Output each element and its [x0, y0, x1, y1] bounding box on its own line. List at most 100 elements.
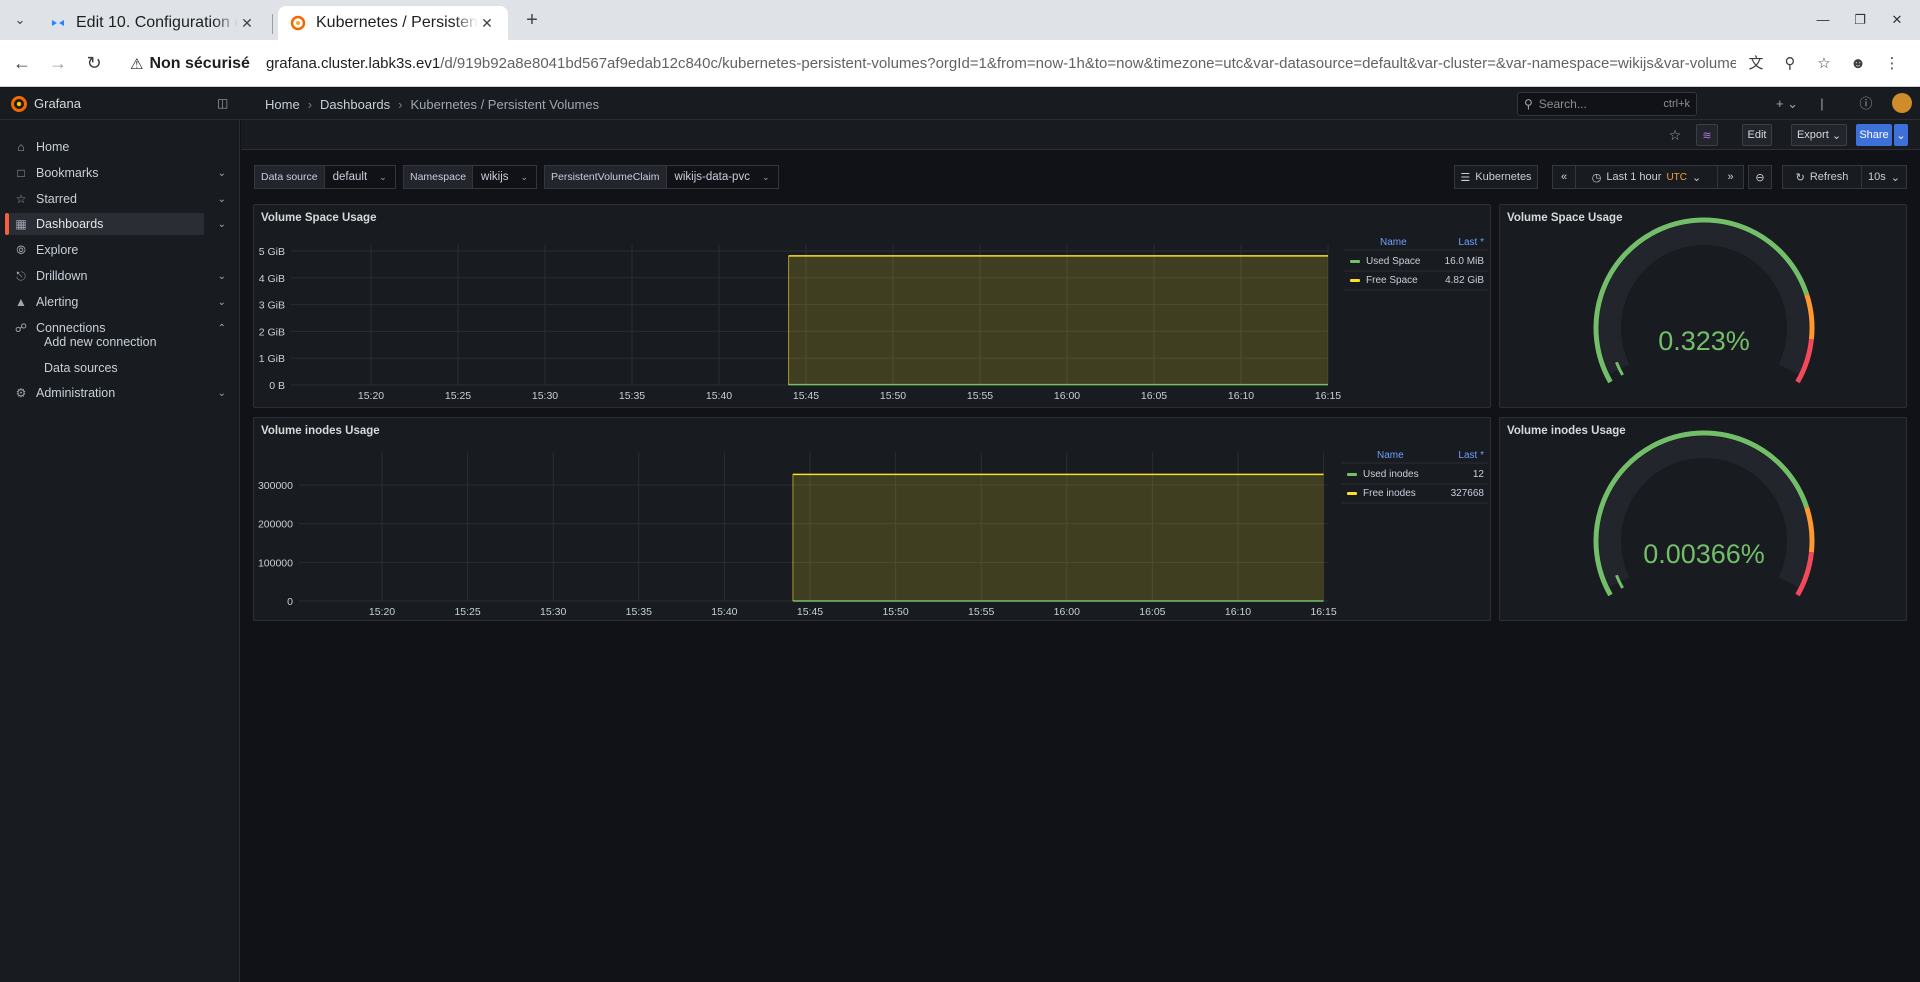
grafana-brand[interactable]: Grafana	[34, 96, 81, 111]
sidebar-item-bookmarks[interactable]: □ Bookmarks ⌄	[8, 162, 226, 184]
refresh-button[interactable]: ↻ Refresh	[1782, 165, 1862, 189]
variable-namespace[interactable]: Namespace wikijs ⌄	[403, 165, 538, 189]
panel-volume-inodes-timeseries[interactable]: Volume inodes Usage 15:20 15:25 15:30 15:35…	[253, 417, 1491, 621]
legend-header-last: Last *	[1458, 237, 1484, 248]
dashboard-link-kubernetes[interactable]: ☰ Kubernetes	[1454, 165, 1538, 189]
divider: |	[1820, 96, 1824, 111]
variable-select[interactable]: wikijs ⌄	[473, 165, 538, 189]
bookmark-star-icon[interactable]: ☆	[1814, 54, 1834, 74]
tab-search-chevron-icon[interactable]: ⌄	[8, 8, 32, 32]
chevron-down-icon[interactable]: ⌄	[218, 219, 226, 230]
panel-volume-inodes-gauge[interactable]: Volume inodes Usage 0.00366%	[1499, 417, 1907, 621]
url-field[interactable]: ⚠ Non sécurisé grafana.cluster.labk3s.ev…	[122, 46, 1902, 81]
x-tick-label: 15:35	[626, 606, 652, 618]
x-tick-label: 15:50	[880, 390, 906, 402]
reload-icon[interactable]: ↻	[82, 51, 106, 75]
back-icon[interactable]: ←	[10, 51, 34, 75]
breadcrumb-separator-icon: ›	[398, 97, 403, 112]
variable-datasource[interactable]: Data source default ⌄	[254, 165, 396, 189]
share-button[interactable]: Share	[1856, 124, 1892, 146]
chevron-down-icon[interactable]: ⌄	[218, 168, 226, 179]
variable-pvc[interactable]: PersistentVolumeClaim wikijs-data-pvc ⌄	[544, 165, 779, 189]
chevron-down-icon: ⌄	[761, 171, 770, 182]
legend-series-last: 12	[1473, 469, 1485, 480]
sidebar-item-alerting[interactable]: ▲ Alerting ⌄	[8, 291, 226, 313]
variable-label: PersistentVolumeClaim	[544, 165, 667, 189]
breadcrumb: Home › Dashboards › Kubernetes / Persist…	[265, 97, 599, 112]
mark-as-favorite-star-icon[interactable]: ☆	[1665, 124, 1685, 146]
chevron-down-icon: ⌄	[520, 171, 529, 182]
y-tick-label: 0 B	[269, 380, 285, 392]
variable-select[interactable]: default ⌄	[324, 165, 396, 189]
minimize-icon[interactable]: —	[1808, 8, 1838, 32]
help-icon[interactable]: ⓘ	[1856, 94, 1876, 114]
new-tab-icon[interactable]: +	[520, 8, 544, 32]
profile-icon[interactable]: ☻	[1848, 54, 1868, 74]
chevron-down-icon[interactable]: ⌄	[218, 388, 226, 399]
chevron-down-icon[interactable]: ⌄	[218, 297, 226, 308]
sidebar-subitem-data-sources[interactable]: Data sources	[44, 361, 118, 375]
x-tick-label: 15:40	[711, 606, 737, 618]
y-tick-label: 5 GiB	[259, 246, 285, 258]
sidebar-item-home[interactable]: ⌂ Home	[8, 136, 204, 158]
series-area-free	[792, 474, 1324, 601]
grafana-logo-icon[interactable]	[10, 95, 28, 113]
time-shift-back-icon[interactable]: «	[1552, 165, 1576, 189]
chevron-down-icon[interactable]: ⌄	[218, 194, 226, 205]
restore-icon[interactable]: ❐	[1845, 8, 1875, 32]
volume-inodes-chart: 15:20 15:25 15:30 15:35 15:40 15:45 15:50 15:55…	[258, 450, 1488, 618]
not-secure-warning-icon[interactable]: ⚠	[130, 55, 143, 73]
export-button[interactable]: Export ⌄	[1791, 124, 1847, 146]
y-tick-label: 100000	[258, 557, 293, 569]
chevron-down-icon[interactable]: ⌄	[218, 271, 226, 282]
panel-volume-space-gauge[interactable]: Volume Space Usage 0.323%	[1499, 204, 1907, 408]
sidebar-item-dashboards[interactable]: ▦ Dashboards ⌄	[5, 213, 226, 235]
close-tab-icon[interactable]: ✕	[238, 15, 256, 32]
forward-icon[interactable]: →	[46, 51, 70, 75]
variable-select[interactable]: wikijs-data-pvc ⌄	[666, 165, 779, 189]
browser-tab-edit[interactable]: Edit 10. Configuration de ✕	[38, 6, 268, 40]
close-window-icon[interactable]: ✕	[1882, 8, 1912, 32]
translate-icon[interactable]: 文	[1746, 54, 1766, 74]
breadcrumb-home[interactable]: Home	[265, 97, 300, 112]
plug-icon: ☍	[14, 321, 28, 335]
breadcrumb-separator-icon: ›	[307, 97, 313, 112]
chevron-up-icon[interactable]: ⌃	[218, 323, 226, 334]
pulse-icon[interactable]: ≋	[1696, 124, 1718, 146]
browser-menu-icon[interactable]: ⋮	[1882, 54, 1902, 74]
panel-volume-space-timeseries[interactable]: Volume Space Usage 15:20 15:25 15:30 15:35 1…	[253, 204, 1491, 408]
security-label[interactable]: Non sécurisé	[149, 55, 249, 73]
refresh-interval-picker[interactable]: 10s ⌄	[1861, 165, 1907, 189]
variable-value: wikijs-data-pvc	[674, 171, 750, 183]
export-label: Export	[1796, 129, 1829, 141]
legend-swatch	[1350, 279, 1360, 282]
time-shift-forward-icon[interactable]: »	[1718, 165, 1744, 189]
zoom-icon[interactable]: ⚲	[1780, 54, 1800, 74]
edit-button[interactable]: Edit	[1742, 124, 1772, 146]
sidebar-item-drilldown[interactable]: ⎋ Drilldown ⌄	[8, 265, 226, 287]
sidebar-item-explore[interactable]: ⦾ Explore	[8, 239, 204, 261]
search-icon: ⚲	[1524, 97, 1533, 111]
dock-menu-icon[interactable]: ◫	[217, 96, 233, 112]
star-icon: ☆	[15, 192, 27, 206]
browser-tab-grafana[interactable]: Kubernetes / Persistent V ✕	[278, 6, 508, 40]
user-avatar[interactable]	[1892, 93, 1912, 113]
refresh-interval: 10s	[1868, 171, 1886, 183]
legend-header-last: Last *	[1458, 450, 1484, 461]
share-dropdown-chevron-icon[interactable]: ⌄	[1894, 124, 1908, 146]
add-new-icon[interactable]: + ⌄	[1772, 94, 1802, 114]
sidebar-item-label: Drilldown	[36, 269, 88, 283]
url-text[interactable]: grafana.cluster.labk3s.ev1/d/919b92a8e80…	[266, 55, 1736, 72]
y-tick-label: 3 GiB	[259, 300, 285, 312]
close-tab-icon[interactable]: ✕	[478, 15, 496, 32]
breadcrumb-dashboards[interactable]: Dashboards	[320, 97, 390, 112]
sidebar-item-administration[interactable]: ⚙ Administration ⌄	[8, 382, 226, 404]
sidebar-item-starred[interactable]: ☆ Starred ⌄	[8, 188, 226, 210]
search-input[interactable]: ⚲ Search... ctrl+k	[1517, 92, 1697, 116]
sidebar-item-label: Administration	[36, 386, 116, 400]
sidebar-subitem-add-new-connection[interactable]: Add new connection	[44, 335, 157, 349]
volume-inodes-gauge: 0.00366%	[1593, 430, 1815, 597]
zoom-out-icon[interactable]: ⊖	[1748, 165, 1772, 189]
time-range-picker[interactable]: ◷ Last 1 hour UTC ⌄	[1576, 165, 1718, 189]
legend-swatch	[1347, 492, 1357, 495]
